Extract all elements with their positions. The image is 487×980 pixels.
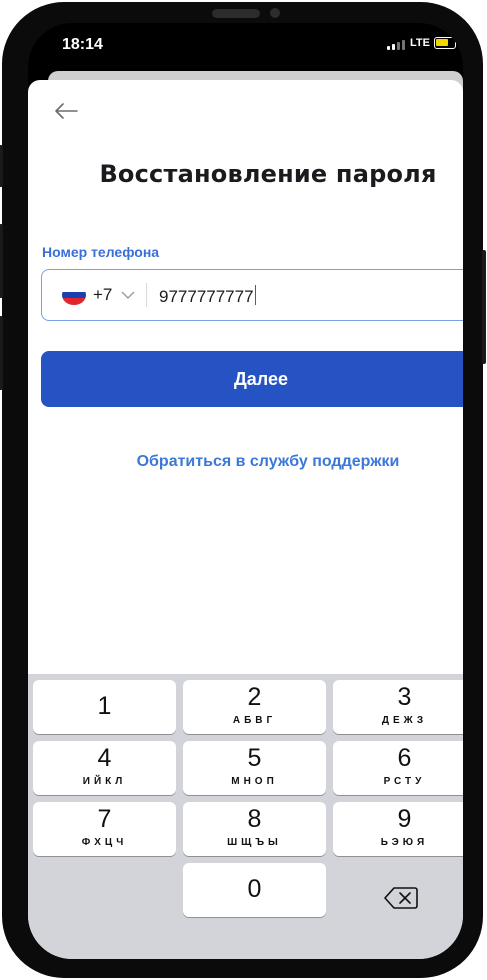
key-letters: АБВГ [232,715,277,726]
password-recovery-sheet: Восстановление пароля Номер телефона +7 … [28,80,463,959]
key-letters: ИЙКЛ [82,776,127,787]
backspace-icon[interactable] [383,885,419,911]
key-digit: 7 [97,805,112,833]
volume-down-button [0,316,3,390]
chevron-down-icon[interactable] [121,290,135,300]
volume-up-button [0,224,3,298]
screen: 18:14 LTE Восстановление пароля Номер те… [28,23,463,959]
text-cursor [254,285,257,305]
battery-icon [434,37,456,49]
key-2[interactable]: 2 АБВГ [183,680,326,734]
front-camera [270,8,280,18]
key-letters: ДЕЖЗ [381,715,428,726]
country-code[interactable]: +7 [93,285,112,305]
key-digit: 3 [397,683,412,711]
speaker-grille [212,9,260,18]
phone-number-field[interactable]: 9777777777 [159,285,257,307]
page-title: Восстановление пароля [99,160,437,188]
support-link[interactable]: Обратиться в службу поддержки [28,453,463,471]
russia-flag-icon[interactable] [62,285,86,305]
key-letters: ЬЭЮЯ [380,837,429,848]
key-digit: 6 [397,744,412,772]
phone-frame: 18:14 LTE Восстановление пароля Номер те… [0,2,486,978]
network-type: LTE [410,37,430,49]
status-time: 18:14 [62,36,103,53]
key-0[interactable]: 0 [183,863,326,917]
key-digit: 1 [97,692,112,720]
power-button [482,250,486,364]
phone-field-label: Номер телефона [42,244,160,260]
phone-number-value: 9777777777 [159,287,254,306]
key-letters: ШЩЪЫ [227,837,282,848]
key-7[interactable]: 7 ФХЦЧ [33,802,176,856]
key-digit: 4 [97,744,112,772]
key-4[interactable]: 4 ИЙКЛ [33,741,176,795]
key-digit: 8 [247,805,262,833]
next-button[interactable]: Далее [41,351,463,407]
phone-side-button [0,145,3,187]
key-digit: 5 [247,744,262,772]
key-8[interactable]: 8 ШЩЪЫ [183,802,326,856]
key-letters: ФХЦЧ [81,837,128,848]
numeric-keyboard: 1 2 АБВГ 3 ДЕЖЗ 4 ИЙКЛ 5 МНОП 6 РСТУ 7 Ф… [28,674,463,959]
key-digit: 0 [247,875,262,903]
key-digit: 9 [397,805,412,833]
key-5[interactable]: 5 МНОП [183,741,326,795]
input-divider [146,283,147,307]
key-3[interactable]: 3 ДЕЖЗ [333,680,463,734]
key-9[interactable]: 9 ЬЭЮЯ [333,802,463,856]
key-1[interactable]: 1 [33,680,176,734]
back-arrow-icon[interactable] [54,102,78,120]
key-6[interactable]: 6 РСТУ [333,741,463,795]
key-letters: РСТУ [383,776,426,787]
key-digit: 2 [247,683,262,711]
phone-input[interactable]: +7 9777777777 [41,269,463,321]
key-letters: МНОП [231,776,278,787]
